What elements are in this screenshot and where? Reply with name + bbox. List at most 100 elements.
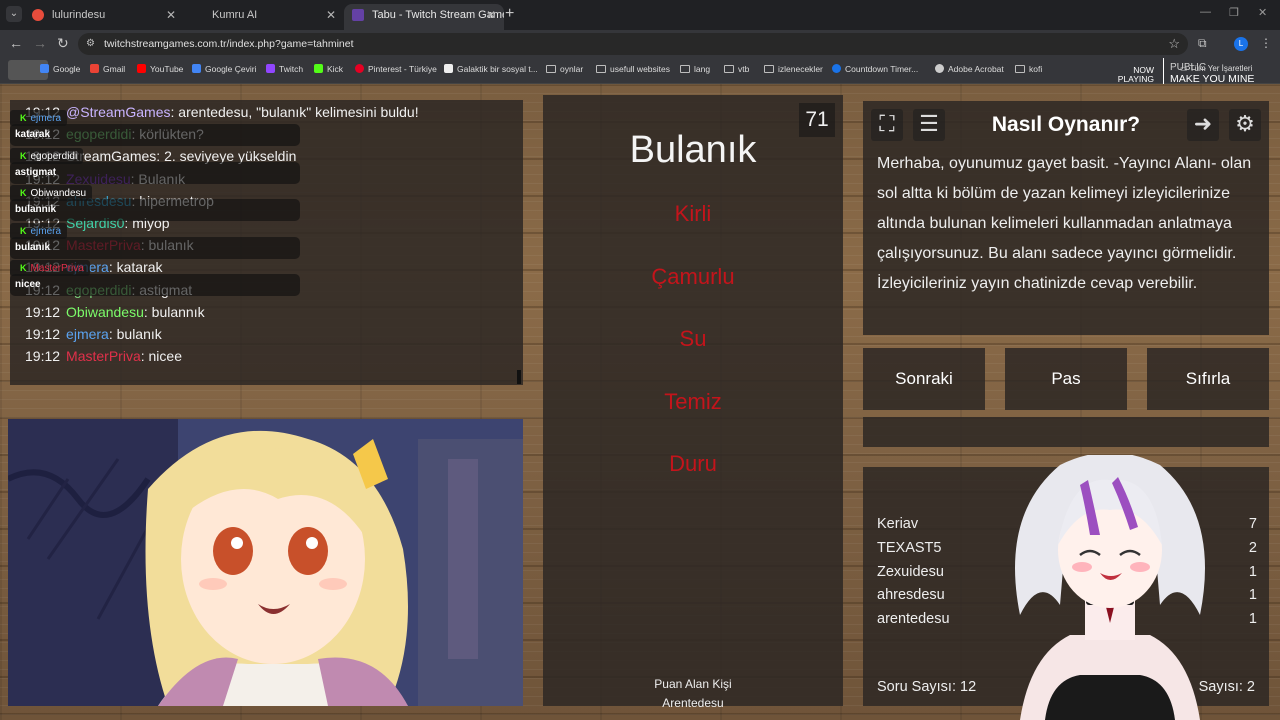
tab-lulurindesu[interactable]: lulurindesu ✕: [24, 4, 184, 30]
chat-username[interactable]: ejmera: [66, 326, 109, 342]
chat-separator: :: [143, 303, 152, 320]
bookmark-folder-izlenecekler[interactable]: izlenecekler: [764, 64, 823, 74]
overlay-username-text: ejmera: [30, 225, 62, 237]
player-name: TEXAST5: [877, 539, 942, 556]
google-icon: [40, 64, 49, 73]
overlay-message: katarak: [10, 124, 300, 146]
site-info-icon[interactable]: ⚙: [86, 33, 95, 55]
bookmark-countdown[interactable]: Countdown Timer...: [832, 64, 918, 74]
back-icon[interactable]: ←: [9, 35, 23, 51]
bookmark-galaktik[interactable]: Galaktik bir sosyal t...: [444, 64, 538, 74]
overlay-username-text: ejmera: [30, 113, 62, 124]
chat-separator: :: [108, 259, 117, 276]
menu-icon[interactable]: ⋮: [1260, 36, 1272, 50]
gmail-icon: [90, 64, 99, 73]
bookmark-folder-usefull[interactable]: usefull websites: [596, 64, 670, 74]
player-score: 1: [1248, 563, 1257, 580]
scorer-name: Arentedesu: [662, 696, 724, 710]
overlay-message: bulannık: [10, 199, 300, 222]
player-score: 7: [1248, 516, 1257, 532]
bookmark-google[interactable]: Google: [40, 64, 80, 74]
tab-search-icon[interactable]: ⌄: [6, 6, 22, 22]
overlay-username: Kejmera: [10, 110, 68, 126]
now-playing-artist: PUBLIC: [1170, 62, 1207, 73]
tab-kumru-ai[interactable]: Kumru AI ✕: [184, 4, 344, 30]
bookmark-pinterest[interactable]: Pinterest - Türkiye: [355, 64, 437, 74]
folder-icon: [764, 65, 774, 73]
bookmark-folder-vtb[interactable]: vtb: [724, 64, 749, 74]
bookmark-folder-oynlar[interactable]: oynlar: [546, 64, 583, 74]
tab-close-icon[interactable]: ✕: [326, 4, 336, 26]
tab-tabu-game[interactable]: Tabu - Twitch Stream Games ✕: [344, 4, 504, 30]
reset-button[interactable]: Sıfırla: [1147, 348, 1269, 410]
kick-badge-icon: K: [20, 150, 27, 161]
minimize-icon[interactable]: —: [1200, 6, 1211, 18]
overlay-message: bulanık: [10, 236, 300, 259]
bookmark-folder-lang[interactable]: lang: [680, 64, 710, 74]
taboo-word: Su: [679, 326, 707, 351]
chat-text: bulannık: [151, 303, 205, 320]
twitch-icon: [266, 64, 275, 73]
chat-text: bulanık: [116, 326, 162, 342]
profile-avatar[interactable]: L: [1234, 37, 1248, 51]
pass-button[interactable]: Pas: [1005, 348, 1127, 410]
youtube-icon: [137, 64, 146, 73]
globe-icon: [935, 64, 944, 73]
bookmark-gmail[interactable]: Gmail: [90, 64, 125, 74]
bookmark-star-icon[interactable]: ☆: [1168, 33, 1180, 55]
pinterest-icon: [355, 64, 364, 73]
player-name: Keriav: [877, 516, 919, 532]
chat-separator: :: [108, 326, 117, 342]
tab-close-icon[interactable]: ✕: [166, 4, 176, 26]
folder-icon: [1015, 65, 1025, 73]
bookmark-youtube[interactable]: YouTube: [137, 64, 183, 74]
chat-username[interactable]: MasterPriva: [66, 348, 141, 364]
logout-icon[interactable]: ➜: [1187, 109, 1219, 141]
scorer-info: Puan Alan Kişi Arentedesu: [543, 675, 843, 713]
extensions-icon[interactable]: ⧉: [1198, 36, 1207, 51]
scorer-label: Puan Alan Kişi: [654, 677, 732, 691]
overlay-username: Kejmera: [10, 222, 68, 239]
kick-badge-icon: K: [20, 225, 27, 236]
tab-favicon-icon: [352, 9, 364, 21]
chat-time: 19:12: [25, 326, 61, 342]
new-tab-icon[interactable]: +: [505, 5, 514, 23]
status-strip: [863, 417, 1269, 447]
bookmark-adobe[interactable]: Adobe Acrobat: [935, 64, 1004, 74]
overlay-username-text: egoperdidi: [30, 150, 78, 162]
tab-close-icon[interactable]: ✕: [486, 4, 496, 26]
word-card: 71 Bulanık Kirli Çamurlu Su Temiz Duru P…: [543, 95, 843, 710]
chat-message: 19:12 Obiwandesu: bulannık: [25, 304, 205, 320]
overlay-username: K MasterPriva: [10, 260, 90, 277]
folder-icon: [596, 65, 606, 73]
taboo-word: Kirli: [674, 201, 712, 226]
chat-username[interactable]: Obiwandesu: [66, 304, 144, 320]
how-to-play-text: Merhaba, oyunumuz gayet basit. -Yayıncı …: [877, 155, 1252, 292]
url-input[interactable]: ⚙ twitchstreamgames.com.tr/index.php?gam…: [78, 33, 1188, 55]
taboo-word: Duru: [669, 451, 717, 476]
bookmark-google-ceviri[interactable]: Google Çeviri: [192, 64, 257, 74]
bookmark-folder-kofi[interactable]: kofi: [1015, 64, 1042, 74]
chat-text: katarak: [116, 259, 163, 276]
chat-time: 19:12: [25, 303, 61, 320]
translate-icon: [192, 64, 201, 73]
address-bar: ← → ↻ ⚙ twitchstreamgames.com.tr/index.p…: [0, 30, 1280, 58]
target-word: Bulanık: [629, 129, 757, 171]
player-score: 1: [1248, 587, 1257, 604]
chat-username[interactable]: @StreamGames: [66, 104, 170, 120]
chat-scrollbar[interactable]: [517, 370, 521, 384]
chat-text: arentedesu, "bulanık" kelimesini buldu!: [178, 104, 419, 120]
bookmark-kick[interactable]: Kick: [314, 64, 343, 74]
overlay-username: K Obiwandesu: [10, 185, 93, 202]
anime-girl-illustration: [8, 419, 523, 706]
next-button[interactable]: Sonraki: [863, 348, 985, 410]
bookmark-twitch[interactable]: Twitch: [266, 64, 303, 74]
overlay-message: nicee: [10, 274, 300, 297]
settings-gear-icon[interactable]: ⚙: [1229, 109, 1261, 141]
close-window-icon[interactable]: ✕: [1258, 6, 1267, 19]
maximize-icon[interactable]: ❐: [1229, 6, 1239, 19]
reload-icon[interactable]: ↻: [57, 35, 69, 52]
player-name: Zexuidesu: [877, 563, 944, 580]
tab-bar: ⌄ lulurindesu ✕ Kumru AI ✕ Tabu - Twitch…: [0, 0, 1280, 30]
forward-icon[interactable]: →: [33, 35, 47, 51]
